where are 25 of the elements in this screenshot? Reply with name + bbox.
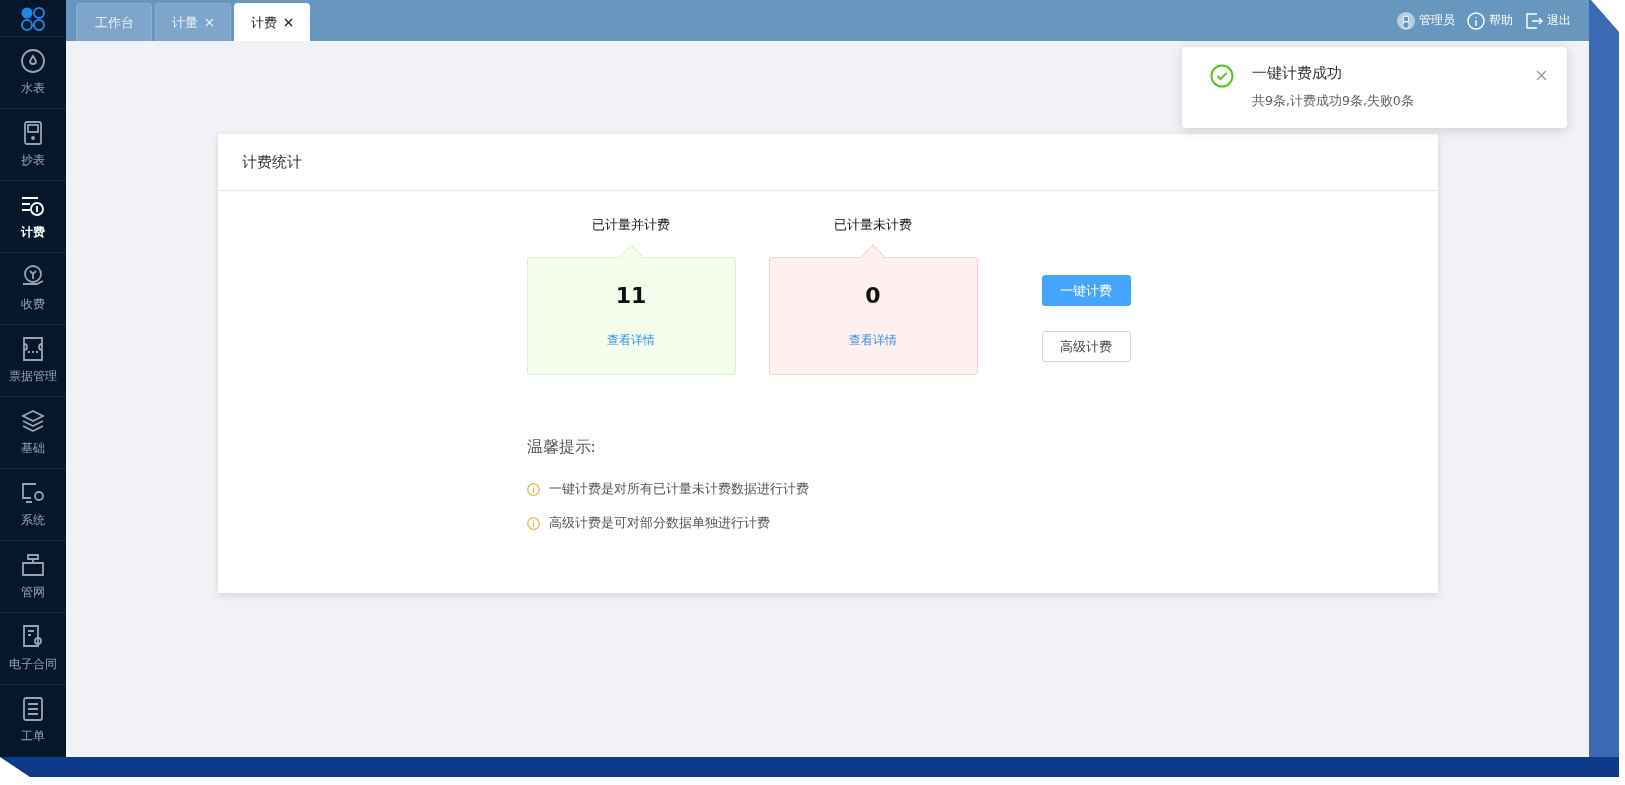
tips-heading: 温馨提示: — [526, 437, 597, 458]
stat-value: 0 — [865, 283, 881, 308]
stat-label: 已计量未计费 — [834, 216, 912, 234]
notification-message: 共9条,计费成功9条,失败0条 — [1252, 93, 1415, 110]
list-icon — [20, 696, 46, 722]
info-icon — [1467, 11, 1485, 30]
pipe-icon — [20, 552, 46, 578]
meter-icon — [20, 48, 46, 74]
tip-text: 高级计费是可对部分数据单独进行计费 — [548, 514, 770, 532]
notification-title: 一键计费成功 — [1252, 64, 1343, 83]
layers-icon — [20, 408, 46, 434]
tip-text: 一键计费是对所有已计量未计费数据进行计费 — [548, 480, 809, 498]
card-title: 计费统计 — [241, 152, 302, 172]
success-icon — [1210, 64, 1234, 88]
logo-icon — [20, 6, 46, 32]
logout-icon — [1525, 11, 1543, 30]
stat-value: 11 — [615, 283, 647, 308]
info-icon — [526, 516, 540, 530]
ticket-icon — [20, 336, 46, 362]
secondary-button[interactable]: 高级计费 — [1041, 331, 1131, 362]
stat-label: 已计量并计费 — [592, 216, 670, 234]
user-icon — [1397, 11, 1415, 30]
close-icon[interactable] — [284, 18, 293, 27]
info-icon — [526, 482, 540, 496]
tab[interactable]: 计费 — [234, 3, 310, 41]
